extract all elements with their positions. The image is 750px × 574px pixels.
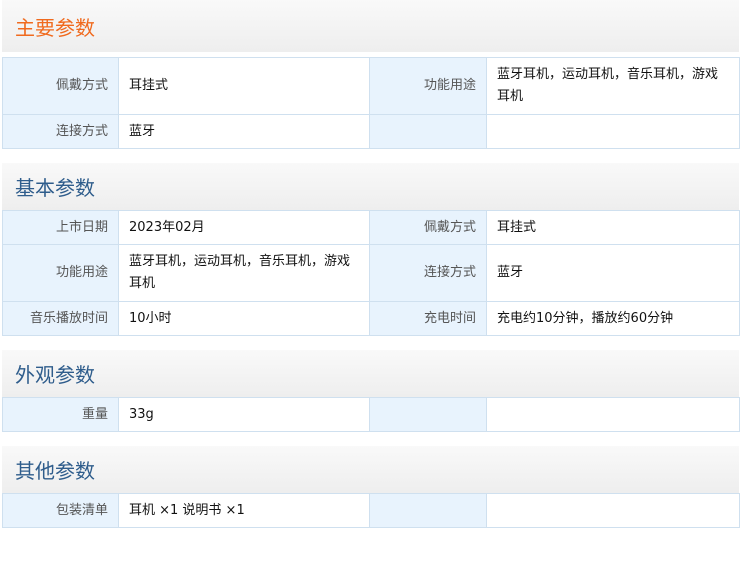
- spec-key: [369, 114, 487, 149]
- spec-value: 2023年02月: [118, 210, 370, 245]
- spec-value: 33g: [118, 397, 370, 432]
- spec-key: 功能用途: [2, 244, 119, 302]
- table-row: 连接方式 蓝牙: [2, 114, 740, 149]
- section-main-params: 主要参数 佩戴方式 耳挂式 功能用途 蓝牙耳机，运动耳机，音乐耳机，游戏耳机 连…: [2, 0, 740, 149]
- spec-value: 充电约10分钟，播放约60分钟: [486, 301, 740, 336]
- section-other-params: 其他参数 包装清单 耳机 ×1 说明书 ×1: [2, 446, 740, 528]
- spec-value: 耳挂式: [118, 57, 370, 115]
- spec-key: 佩戴方式: [369, 210, 487, 245]
- table-row: 佩戴方式 耳挂式 功能用途 蓝牙耳机，运动耳机，音乐耳机，游戏耳机: [2, 57, 740, 115]
- spec-key: [369, 397, 487, 432]
- spec-key: 连接方式: [369, 244, 487, 302]
- spec-value: 蓝牙: [118, 114, 370, 149]
- spec-value: 耳挂式: [486, 210, 740, 245]
- section-title-other: 其他参数: [2, 446, 739, 493]
- section-basic-params: 基本参数 上市日期 2023年02月 佩戴方式 耳挂式 功能用途 蓝牙耳机，运动…: [2, 163, 740, 336]
- section-title-appearance: 外观参数: [2, 350, 739, 397]
- spec-key: 功能用途: [369, 57, 487, 115]
- spec-value: 蓝牙耳机，运动耳机，音乐耳机，游戏耳机: [118, 244, 370, 302]
- spec-table-appearance: 重量 33g: [2, 397, 740, 432]
- spec-key: 充电时间: [369, 301, 487, 336]
- spec-value: 10小时: [118, 301, 370, 336]
- spec-value: [486, 397, 740, 432]
- spec-table-main: 佩戴方式 耳挂式 功能用途 蓝牙耳机，运动耳机，音乐耳机，游戏耳机 连接方式 蓝…: [2, 57, 740, 149]
- spec-key: 佩戴方式: [2, 57, 119, 115]
- table-row: 重量 33g: [2, 397, 740, 432]
- section-appearance-params: 外观参数 重量 33g: [2, 350, 740, 432]
- spec-value: [486, 114, 740, 149]
- spec-table-other: 包装清单 耳机 ×1 说明书 ×1: [2, 493, 740, 528]
- spec-table-basic: 上市日期 2023年02月 佩戴方式 耳挂式 功能用途 蓝牙耳机，运动耳机，音乐…: [2, 210, 740, 336]
- spec-key: 重量: [2, 397, 119, 432]
- spec-key: 上市日期: [2, 210, 119, 245]
- table-row: 包装清单 耳机 ×1 说明书 ×1: [2, 493, 740, 528]
- spec-value: 蓝牙耳机，运动耳机，音乐耳机，游戏耳机: [486, 57, 740, 115]
- spec-value: [486, 493, 740, 528]
- table-row: 上市日期 2023年02月 佩戴方式 耳挂式: [2, 210, 740, 245]
- spec-key: 连接方式: [2, 114, 119, 149]
- section-title-basic: 基本参数: [2, 163, 739, 210]
- section-title-main: 主要参数: [2, 0, 739, 52]
- spec-key: [369, 493, 487, 528]
- spec-value: 蓝牙: [486, 244, 740, 302]
- spec-key: 包装清单: [2, 493, 119, 528]
- table-row: 音乐播放时间 10小时 充电时间 充电约10分钟，播放约60分钟: [2, 301, 740, 336]
- spec-value: 耳机 ×1 说明书 ×1: [118, 493, 370, 528]
- spec-key: 音乐播放时间: [2, 301, 119, 336]
- table-row: 功能用途 蓝牙耳机，运动耳机，音乐耳机，游戏耳机 连接方式 蓝牙: [2, 244, 740, 302]
- spec-page: 主要参数 佩戴方式 耳挂式 功能用途 蓝牙耳机，运动耳机，音乐耳机，游戏耳机 连…: [0, 0, 750, 574]
